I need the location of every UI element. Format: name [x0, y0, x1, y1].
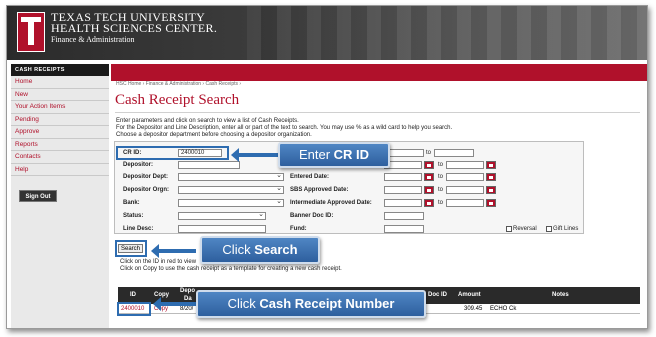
instruction-line-1: Enter parameters and click on search to … [116, 118, 299, 124]
status-label: Status: [123, 213, 144, 219]
calendar-icon[interactable] [486, 173, 496, 181]
sbs-date-from[interactable] [384, 186, 422, 194]
sbs-date-to[interactable] [446, 186, 484, 194]
callout-click-number: Click Cash Receipt Number [196, 290, 426, 318]
sidebar-item-new[interactable]: New [11, 89, 109, 101]
sidebar-item-approve[interactable]: Approve [11, 126, 109, 139]
breadcrumb[interactable]: HSC Home › Finance & Administration › Ca… [116, 81, 241, 87]
header-line2: HEALTH SCIENCES CENTER. [51, 21, 218, 35]
top-to-input[interactable] [434, 149, 474, 157]
status-select[interactable] [178, 210, 266, 220]
top-right-input[interactable] [384, 149, 424, 157]
instruction-line-2: For the Depositor and Line Description, … [116, 125, 453, 131]
line-desc-input[interactable] [178, 225, 266, 233]
results-hint-1: Click on the ID in red to view [120, 259, 197, 265]
gift-lines-label: Gift Lines [553, 226, 579, 232]
to-label: to [438, 187, 444, 193]
calendar-icon[interactable] [424, 161, 434, 169]
col-doc-id: Doc ID [428, 292, 448, 298]
page-title: Cash Receipt Search [115, 92, 240, 108]
col-id: ID [130, 292, 136, 298]
col-notes: Notes [552, 292, 569, 298]
entered-date-label: Entered Date: [290, 174, 330, 180]
callout-bold: CR ID [333, 147, 370, 162]
top-to-label: to [426, 150, 432, 156]
intermediate-date-from[interactable] [384, 199, 422, 207]
sidebar-item-pending[interactable]: Pending [11, 114, 109, 126]
result-amount: 309.45 [464, 306, 483, 312]
callout-bold: Cash Receipt Number [259, 296, 395, 311]
sidebar-heading: CASH RECEIPTS [11, 64, 109, 76]
title-divider [115, 112, 640, 113]
calendar-icon[interactable] [424, 199, 434, 207]
sign-out-button[interactable]: Sign Out [19, 190, 57, 202]
arrow-left-icon [153, 297, 196, 311]
depositor-dept-label: Depositor Dept: [123, 174, 168, 180]
callout-text: Click [222, 242, 255, 257]
header-photo [247, 6, 647, 60]
to-label: to [438, 162, 444, 168]
line-desc-label: Line Desc: [123, 226, 154, 232]
sidebar-item-action-items[interactable]: Your Action Items [11, 101, 109, 114]
depositor-range-to-input[interactable] [446, 161, 484, 169]
sidebar: CASH RECEIPTS Home New Your Action Items… [11, 64, 109, 328]
callout-enter-cr-id: Enter CR ID [278, 142, 390, 168]
calendar-icon[interactable] [424, 186, 434, 194]
fund-input[interactable] [384, 225, 424, 233]
entered-date-to[interactable] [446, 173, 484, 181]
col-deposit: Depo [180, 288, 195, 294]
col-amount: Amount [458, 292, 481, 298]
reversal-checkbox[interactable] [506, 226, 512, 232]
top-red-bar [111, 64, 647, 81]
callout-text: Enter [298, 147, 334, 162]
callout-bold: Search [254, 242, 298, 257]
bank-label: Bank: [123, 200, 140, 206]
sidebar-item-help[interactable]: Help [11, 164, 109, 176]
calendar-icon[interactable] [486, 186, 496, 194]
result-date: 8/20/ [180, 306, 194, 312]
callout-text: Click [227, 296, 260, 311]
arrow-left-icon [151, 244, 196, 258]
id-highlight [117, 302, 151, 316]
depositor-orgn-select[interactable] [178, 184, 284, 194]
arrow-left-icon [231, 148, 278, 162]
bank-select[interactable] [178, 197, 284, 207]
callout-click-search: Click Search [200, 236, 320, 264]
ttu-logo-icon [17, 12, 45, 52]
cr-id-highlight [116, 146, 229, 160]
depositor-input[interactable] [178, 161, 240, 169]
depositor-dept-select[interactable] [178, 171, 284, 181]
intermediate-date-to[interactable] [446, 199, 484, 207]
results-hint-2: Click on Copy to use the cash receipt as… [120, 266, 342, 272]
instruction-line-3: Choose a depositor department before cho… [116, 132, 312, 138]
sbs-date-label: SBS Approved Date: [290, 187, 349, 193]
banner-doc-label: Banner Doc ID: [290, 213, 334, 219]
fund-label: Fund: [290, 226, 307, 232]
gift-lines-checkbox[interactable] [546, 226, 552, 232]
header-banner: TEXAS TECH UNIVERSITY HEALTH SCIENCES CE… [7, 6, 647, 60]
header-line3: Finance & Administration [51, 35, 135, 44]
sidebar-item-home[interactable]: Home [11, 76, 109, 89]
banner-doc-input[interactable] [384, 212, 424, 220]
search-highlight [115, 240, 147, 257]
to-label: to [438, 174, 444, 180]
calendar-icon[interactable] [486, 161, 496, 169]
calendar-icon[interactable] [424, 173, 434, 181]
depositor-orgn-label: Depositor Orgn: [123, 187, 169, 193]
sidebar-item-contacts[interactable]: Contacts [11, 151, 109, 164]
intermediate-date-label: Intermediate Approved Date: [290, 200, 372, 206]
to-label: to [438, 200, 444, 206]
reversal-label: Reversal [513, 226, 537, 232]
sidebar-item-reports[interactable]: Reports [11, 139, 109, 151]
depositor-label: Depositor: [123, 162, 153, 168]
result-notes: ECHO Ck [490, 306, 517, 312]
entered-date-from[interactable] [384, 173, 422, 181]
calendar-icon[interactable] [486, 199, 496, 207]
